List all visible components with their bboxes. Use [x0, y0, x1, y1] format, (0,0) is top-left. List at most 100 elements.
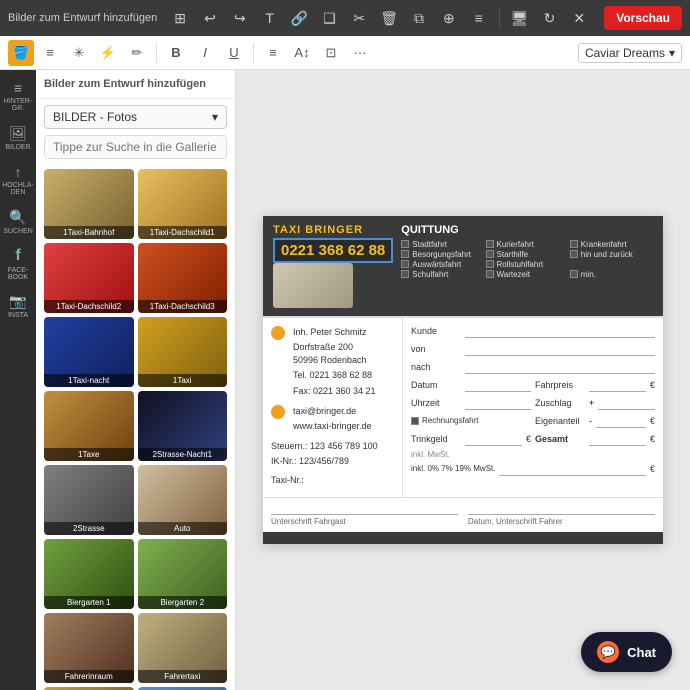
- background-icon: ≡: [14, 80, 22, 96]
- monitor-btn[interactable]: 🖥: [507, 5, 533, 31]
- list-item[interactable]: 1Taxi-Dachschild3: [138, 243, 228, 313]
- preview-button[interactable]: Vorschau: [604, 6, 682, 30]
- plus-sign: +: [589, 398, 594, 408]
- contact-row-1: Inh. Peter Schmitz Dorfstraße 20050996 R…: [271, 326, 394, 401]
- refresh-btn[interactable]: ↻: [537, 5, 563, 31]
- quittung-item: Rollstuhlfahrt: [486, 260, 569, 269]
- sidebar-item-search[interactable]: 🔍 SUCHEN: [2, 202, 34, 242]
- web-line: www.taxi-bringer.de: [293, 420, 372, 433]
- sidebar-item-facebook[interactable]: f FACE-BOOK: [2, 244, 34, 284]
- text-btn[interactable]: T: [257, 5, 283, 31]
- image-label: Fahrertaxi: [138, 670, 228, 683]
- close-btn[interactable]: ✕: [566, 5, 592, 31]
- quittung-item: Krankenfahrt: [570, 240, 653, 249]
- euro-symbol-4: €: [650, 434, 655, 444]
- checkbox-icon: [486, 270, 494, 278]
- list-item[interactable]: 1Taxi-nacht: [44, 317, 134, 387]
- list-item[interactable]: Fahrertaxi: [138, 613, 228, 683]
- list-item[interactable]: 1Taxi: [138, 317, 228, 387]
- main-area: ≡ HINTER-GR. 🖼 BILDER ↑ HOCHLA-DEN 🔍 SUC…: [0, 70, 690, 690]
- italic-btn[interactable]: I: [192, 40, 218, 66]
- image-label: 1Taxi-Dachschild3: [138, 300, 228, 313]
- grid-tool-btn[interactable]: ⊞: [167, 5, 193, 31]
- gallery-search-input[interactable]: [44, 135, 227, 159]
- list-item[interactable]: 1Taxi-Bahnhof: [44, 169, 134, 239]
- address-line: Dorfstraße 20050996 Rodenbach: [293, 341, 376, 366]
- image-label: Biergarten 2: [138, 596, 228, 609]
- uhrzeit-row: Uhrzeit: [411, 396, 531, 410]
- paintbucket-btn[interactable]: 🪣: [8, 40, 34, 66]
- inkl-mwst-hint: inkl. MwSt.: [411, 450, 655, 459]
- list-item[interactable]: Auto: [138, 465, 228, 535]
- checkbox-icon: [570, 240, 578, 248]
- list-item[interactable]: 1Taxi-Dachschild2: [44, 243, 134, 313]
- list-item[interactable]: 1Taxi-Dachschild1: [138, 169, 228, 239]
- quittung-item: min.: [570, 270, 653, 279]
- mwst-field: [499, 462, 646, 476]
- more-btn[interactable]: ···: [347, 40, 373, 66]
- uhrzeit-zuschlag-row: Uhrzeit Zuschlag +: [411, 396, 655, 414]
- bold-btn[interactable]: B: [163, 40, 189, 66]
- gesamt-row: Gesamt €: [535, 432, 655, 446]
- list-item[interactable]: 2Strasse: [44, 465, 134, 535]
- search-icon: 🔍: [9, 209, 26, 226]
- sparkle-btn[interactable]: ✳: [66, 40, 92, 66]
- list-item[interactable]: Fahrerinraum: [44, 613, 134, 683]
- contact-info-1: Inh. Peter Schmitz Dorfstraße 20050996 R…: [293, 326, 376, 401]
- copy-btn[interactable]: ❑: [316, 5, 342, 31]
- fahrpreis-row: Fahrpreis €: [535, 378, 655, 392]
- trinkgeld-row: Trinkgeld €: [411, 432, 531, 446]
- underline-btn[interactable]: U: [221, 40, 247, 66]
- link-btn[interactable]: 🔗: [287, 5, 313, 31]
- sidebar-item-images[interactable]: 🖼 BILDER: [2, 118, 34, 158]
- image-label: 1Taxi-nacht: [44, 374, 134, 387]
- list-item[interactable]: 1Taxe: [44, 391, 134, 461]
- fax-line: Fax: 0221 360 34 21: [293, 385, 376, 398]
- sidebar-item-upload[interactable]: ↑ HOCHLA-DEN: [2, 160, 34, 200]
- trinkgeld-gesamt-row: Trinkgeld € Gesamt €: [411, 432, 655, 450]
- von-row: von: [411, 342, 655, 356]
- euro-symbol-5: €: [650, 464, 655, 474]
- euro-symbol-3: €: [526, 434, 531, 444]
- font-dropdown[interactable]: Caviar Dreams ▾: [578, 43, 682, 63]
- list-item[interactable]: Biergarten 1: [44, 539, 134, 609]
- text-height-btn[interactable]: A↕: [289, 40, 315, 66]
- scissors-btn[interactable]: ✂: [346, 5, 372, 31]
- list-item[interactable]: Biergarten 2: [138, 539, 228, 609]
- trash-btn[interactable]: 🗑: [376, 5, 402, 31]
- rechnung-label: Rechnungsfahrt: [411, 416, 478, 425]
- align-left-btn[interactable]: ≡: [37, 40, 63, 66]
- quittung-item: Stadtfahrt: [401, 240, 484, 249]
- nach-row: nach: [411, 360, 655, 374]
- image-label: Fahrerinraum: [44, 670, 134, 683]
- top-toolbar: Bilder zum Entwurf hinzufügen ⊞ ↩ ↪ T 🔗 …: [0, 0, 690, 36]
- lightning-btn[interactable]: ⚡: [95, 40, 121, 66]
- sidebar-item-instagram[interactable]: 📷 INSTA: [2, 286, 34, 326]
- quittung-item: Auswärtsfahrt: [401, 260, 484, 269]
- chat-button[interactable]: 💬 Chat: [581, 632, 672, 672]
- eraser-btn[interactable]: ✏: [124, 40, 150, 66]
- align-left2-btn[interactable]: ≡: [260, 40, 286, 66]
- euro-symbol-1: €: [650, 380, 655, 390]
- contact-row-2: taxi@bringer.de www.taxi-bringer.de: [271, 405, 394, 436]
- redo-btn[interactable]: ↪: [227, 5, 253, 31]
- canvas-area[interactable]: TAXI BRINGER 0221 368 62 88 QUITTUNG Sta…: [236, 70, 690, 690]
- resize-btn[interactable]: ⊡: [318, 40, 344, 66]
- receipt-left: Inh. Peter Schmitz Dorfstraße 20050996 R…: [263, 318, 403, 498]
- layers-btn[interactable]: ⊕: [436, 5, 462, 31]
- kunde-field: [465, 324, 655, 338]
- checkbox-icon: [401, 240, 409, 248]
- checkbox-icon: [570, 270, 578, 278]
- category-dropdown[interactable]: BILDER - Fotos ▾: [44, 105, 227, 129]
- sidebar-item-background[interactable]: ≡ HINTER-GR.: [2, 76, 34, 116]
- sig-fahrer: Datum, Unterschrift Fahrer: [468, 514, 655, 526]
- quittung-item: Schulfahrt: [401, 270, 484, 279]
- undo-btn[interactable]: ↩: [197, 5, 223, 31]
- list-item[interactable]: 2Strasse-Nacht1: [138, 391, 228, 461]
- chevron-down-icon: ▾: [669, 46, 675, 60]
- stack-btn[interactable]: ≡: [466, 5, 492, 31]
- separator2: [156, 43, 157, 63]
- image-grid: 1Taxi-Bahnhof1Taxi-Dachschild11Taxi-Dach…: [36, 165, 235, 690]
- duplicate-btn[interactable]: ⧉: [406, 5, 432, 31]
- gesamt-label: Gesamt: [535, 434, 585, 444]
